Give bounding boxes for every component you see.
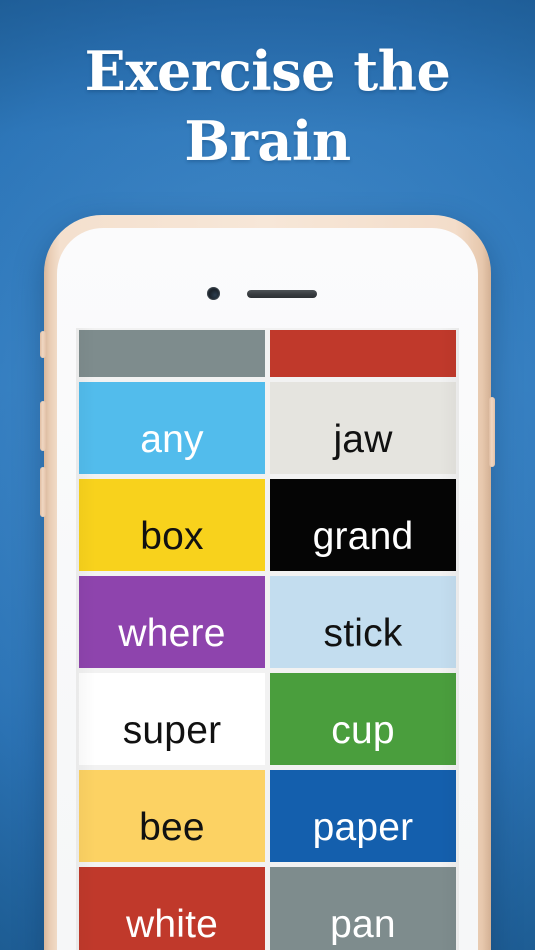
word-tile[interactable]: grand [270,479,456,571]
headline-line-1: Exercise the [84,39,451,103]
word-tile[interactable]: super [79,673,265,765]
headline-line-2: Brain [184,109,351,174]
earpiece-speaker-icon [247,290,317,298]
word-tile[interactable]: where [79,576,265,668]
word-tile[interactable] [270,330,456,377]
phone-front-face: any jaw box grand where stick super cup bee paper… [57,228,478,950]
page-title: Exercise the Brain [0,36,535,176]
word-tile-grid: any jaw box grand where stick super cup bee paper… [76,328,459,950]
volume-down-button[interactable] [40,467,46,517]
word-tile[interactable]: paper [270,770,456,862]
word-tile[interactable]: white [79,867,265,950]
word-tile[interactable]: any [79,382,265,474]
volume-up-button[interactable] [40,401,46,451]
word-tile[interactable]: bee [79,770,265,862]
word-tile[interactable]: stick [270,576,456,668]
mute-switch-button[interactable] [40,331,46,358]
word-tile[interactable]: box [79,479,265,571]
word-tile[interactable]: cup [270,673,456,765]
phone-device-frame: any jaw box grand where stick super cup bee paper… [40,215,495,950]
front-camera-icon [207,287,220,300]
word-tile[interactable] [79,330,265,377]
promo-screenshot: Exercise the Brain any jaw box grand where st… [0,0,535,950]
word-tile[interactable]: pan [270,867,456,950]
word-tile[interactable]: jaw [270,382,456,474]
app-screen: any jaw box grand where stick super cup bee paper… [76,328,459,950]
power-button[interactable] [489,397,495,467]
